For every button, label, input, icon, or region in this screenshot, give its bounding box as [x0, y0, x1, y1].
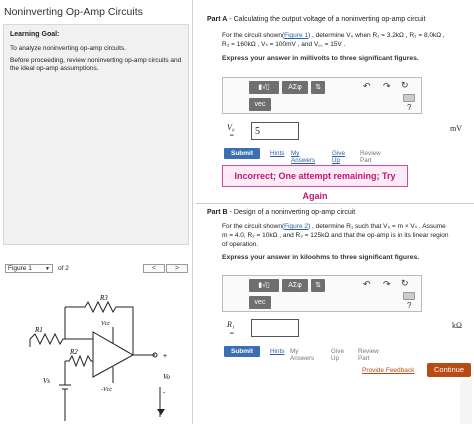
vector-button[interactable]: vec — [249, 296, 271, 309]
part-b-equals: = — [229, 329, 235, 338]
vs-label: Vs — [43, 377, 50, 385]
symbols-button[interactable]: ΑΣφ — [282, 81, 308, 94]
help-icon[interactable]: ? — [407, 301, 411, 310]
vo-label: Vo — [163, 373, 171, 381]
part-b-question: For the circuit shown(Figure 2) , determ… — [222, 222, 448, 249]
learning-goal-heading: Learning Goal: — [10, 31, 60, 38]
redo-icon[interactable]: ↷ — [383, 81, 391, 92]
template-button[interactable]: ▮√▯ — [249, 279, 279, 292]
part-b-submit-button[interactable]: Submit — [224, 346, 260, 357]
page-title: Noninverting Op-Amp Circuits — [4, 6, 143, 18]
subscript-button[interactable]: ⇅ — [311, 279, 325, 292]
part-divider — [196, 203, 474, 204]
column-divider — [192, 0, 193, 424]
r2-label: R2 — [69, 348, 78, 356]
learning-goal-panel: Learning Goal: To analyze noninverting o… — [3, 24, 189, 245]
part-a-q1b: ) , determine V₀ when R₁ = 3.2kΩ , R₂ = … — [308, 32, 445, 39]
part-b-math-toolbar: ▮√▯ ΑΣφ ⇅ vec ↶ ↷ ↻ ? — [222, 275, 422, 312]
part-a-header: Part A - Calculating the output voltage … — [207, 16, 425, 23]
part-a-title: - Calculating the output voltage of a no… — [227, 16, 426, 23]
chevron-down-icon: ▼ — [45, 266, 50, 272]
part-b-hints-link[interactable]: Hints — [270, 348, 284, 355]
keyboard-icon[interactable] — [403, 292, 415, 300]
figure-select-value: Figure 1 — [8, 265, 32, 272]
part-a-unit: mV — [450, 124, 462, 133]
reset-icon[interactable]: ↻ — [401, 278, 409, 289]
subscript-button[interactable]: ⇅ — [311, 81, 325, 94]
undo-icon[interactable]: ↶ — [363, 81, 371, 92]
part-a-review-link[interactable]: Review Part — [360, 150, 381, 164]
figure-1-link[interactable]: Figure 1 — [284, 32, 308, 39]
part-b-label: Part B — [207, 209, 228, 216]
figure-count: of 2 — [58, 265, 69, 272]
part-b-header: Part B - Design of a noninverting op-amp… — [207, 209, 355, 216]
r3-label: R3 — [99, 294, 108, 302]
scrollbar[interactable] — [460, 380, 472, 424]
prev-figure-button[interactable]: < — [143, 264, 165, 273]
plus-terminal-label: + — [163, 353, 167, 360]
part-a-math-toolbar: ▮√▯ ΑΣφ ⇅ vec ↶ ↷ ↻ ? — [222, 77, 422, 114]
part-b-q3: of operation. — [222, 241, 259, 248]
part-a-hints-link[interactable]: Hints — [270, 150, 284, 157]
part-b-my-answers-link[interactable]: My Answers — [290, 348, 314, 362]
figure-nav-bar: Figure 1 ▼ of 2 < > — [3, 263, 189, 275]
part-a-answer-input[interactable]: 5 — [251, 122, 299, 140]
part-b-unit: kΩ — [452, 321, 462, 330]
undo-icon[interactable]: ↶ — [363, 279, 371, 290]
keyboard-icon[interactable] — [403, 94, 415, 102]
redo-icon[interactable]: ↷ — [383, 279, 391, 290]
part-b-title: - Design of a noninverting op-amp circui… — [227, 209, 356, 216]
part-a-label: Part A — [207, 16, 228, 23]
learning-goal-text: To analyze noninverting op-amp circuits. — [10, 45, 126, 52]
provide-feedback-link[interactable]: Provide Feedback — [362, 367, 414, 374]
part-a-q2: R₃ = 160kΩ , Vₛ = 100mV , and V꜀꜀ = 15V … — [222, 41, 346, 48]
circuit-diagram: R3 R1 R2 Vcc -Vcc Vs Vo + - — [29, 294, 171, 421]
part-b-q1b: ) , determine R₁ such that V₀ = m × Vₛ .… — [308, 223, 446, 230]
part-b-q1a: For the circuit shown( — [222, 223, 285, 230]
r1-label: R1 — [34, 326, 43, 334]
symbols-button[interactable]: ΑΣφ — [282, 279, 308, 292]
figure-select[interactable]: Figure 1 ▼ — [5, 264, 53, 273]
reset-icon[interactable]: ↻ — [401, 80, 409, 91]
part-a-my-answers-link[interactable]: My Answers — [291, 150, 315, 164]
part-b-instructions: Express your answer in kiloohms to three… — [222, 254, 420, 261]
part-b-give-up-link[interactable]: Give Up — [331, 348, 344, 362]
help-icon[interactable]: ? — [407, 103, 411, 112]
part-a-equals: = — [229, 131, 235, 140]
continue-button[interactable]: Continue — [427, 363, 471, 377]
part-b-answer-input[interactable] — [251, 319, 299, 337]
part-a-instructions: Express your answer in millivolts to thr… — [222, 55, 419, 62]
figure-2-link[interactable]: Figure 2 — [284, 223, 308, 230]
part-a-give-up-link[interactable]: Give Up — [332, 150, 345, 164]
part-b-answer-label: R₁ — [227, 320, 235, 329]
part-b-q2: m = 4.0, R₂ = 10kΩ , and R₃ = 125kΩ and … — [222, 232, 449, 239]
part-a-submit-button[interactable]: Submit — [224, 148, 260, 159]
part-a-question: For the circuit shown(Figure 1) , determ… — [222, 31, 445, 49]
vcc-label: Vcc — [101, 321, 110, 327]
feedback-incorrect-banner: Incorrect; One attempt remaining; Try Ag… — [222, 165, 408, 201]
template-button[interactable]: ▮√▯ — [249, 81, 279, 94]
part-a-q1a: For the circuit shown( — [222, 32, 285, 39]
neg-vcc-label: -Vcc — [101, 387, 112, 393]
vector-button[interactable]: vec — [249, 98, 271, 111]
minus-terminal-label: - — [163, 390, 166, 397]
next-figure-button[interactable]: > — [166, 264, 188, 273]
part-b-review-link[interactable]: Review Part — [358, 348, 379, 362]
learning-goal-note: Before proceeding, review noninverting o… — [10, 57, 182, 72]
